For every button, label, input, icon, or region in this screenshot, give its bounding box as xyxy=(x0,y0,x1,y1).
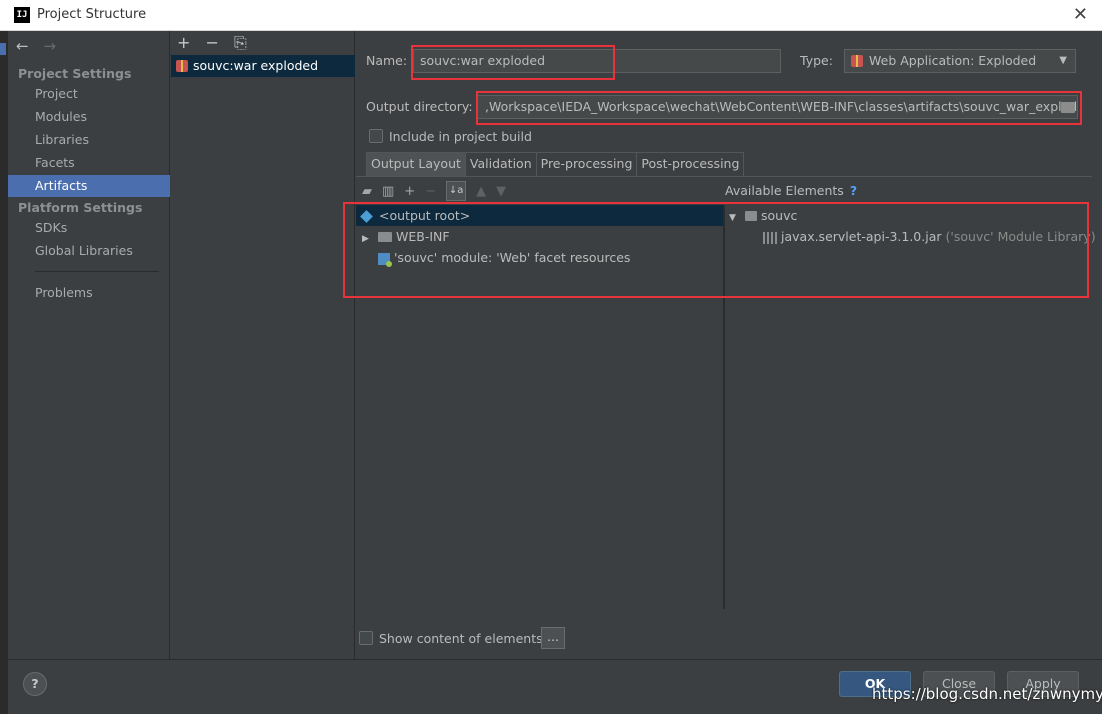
title-bar: IJ Project Structure ✕ xyxy=(0,0,1102,31)
output-directory-input[interactable]: ,Workspace\IEDA_Workspace\wechat\WebCont… xyxy=(476,95,1078,119)
sidebar-divider xyxy=(35,271,159,272)
project-settings-header: Project Settings xyxy=(18,66,132,81)
close-icon[interactable]: ✕ xyxy=(1073,4,1088,25)
tree-label: 'souvc' module: 'Web' facet resources xyxy=(394,250,631,265)
tree-row-web-inf[interactable]: ▶ WEB-INF xyxy=(356,226,450,247)
sidebar-item-facets[interactable]: Facets xyxy=(8,152,170,174)
module-icon xyxy=(378,252,392,267)
watermark: https://blog.csdn.net/znwnymys xyxy=(872,685,1102,703)
war-artifact-icon xyxy=(176,60,188,72)
sidebar-item-global-libraries[interactable]: Global Libraries xyxy=(8,240,170,262)
background-strip xyxy=(0,31,8,714)
output-directory-label: Output directory: xyxy=(366,99,473,114)
available-elements-label: Available Elements xyxy=(725,183,844,198)
move-up-icon[interactable]: ▲ xyxy=(476,184,486,199)
type-select[interactable]: Web Application: Exploded ▼ xyxy=(844,49,1076,73)
help-icon[interactable]: ? xyxy=(850,183,857,198)
browse-folder-icon[interactable] xyxy=(1061,102,1075,113)
copy-icon[interactable]: ⎘ xyxy=(234,33,247,52)
type-label: Type: xyxy=(800,53,833,68)
chevron-down-icon: ▼ xyxy=(1059,55,1067,66)
new-directory-icon[interactable]: ▰ xyxy=(362,184,372,199)
output-layout-panel: ▰ ▥ + − ↓a ▲ ▼ Available Elements? <outp… xyxy=(343,177,1096,659)
window-title: Project Structure xyxy=(37,7,147,22)
tab-pre-processing[interactable]: Pre-processing xyxy=(535,152,638,176)
tab-post-processing[interactable]: Post-processing xyxy=(636,152,745,176)
nav-arrows: ← → xyxy=(16,37,66,55)
show-content-checkbox[interactable] xyxy=(359,631,373,645)
more-button[interactable]: ... xyxy=(541,627,565,649)
library-icon xyxy=(763,231,777,244)
type-select-value: Web Application: Exploded xyxy=(869,53,1037,68)
add-icon[interactable]: + xyxy=(177,33,190,52)
platform-settings-header: Platform Settings xyxy=(18,200,143,215)
output-tree: <output root> ▶ WEB-INF 'souvc' module: … xyxy=(356,205,723,609)
include-in-build-checkbox[interactable] xyxy=(369,129,383,143)
sidebar-item-artifacts[interactable]: Artifacts xyxy=(8,175,170,197)
remove-icon[interactable]: − xyxy=(206,33,219,52)
tree-row-souvc[interactable]: ▼ souvc xyxy=(725,205,797,226)
module-folder-icon xyxy=(744,210,757,221)
forward-arrow-icon[interactable]: → xyxy=(43,37,56,55)
remove-element-icon[interactable]: − xyxy=(425,184,436,199)
artifact-item-label: souvc:war exploded xyxy=(193,58,319,73)
output-root-icon xyxy=(360,210,373,223)
artifact-editor: Name: souvc:war exploded Type: Web Appli… xyxy=(343,31,1102,659)
sidebar: ← → Project Settings Project Modules Lib… xyxy=(8,31,170,659)
tree-row-facet-resources[interactable]: 'souvc' module: 'Web' facet resources xyxy=(356,247,630,268)
tree-row-servlet-jar[interactable]: javax.servlet-api-3.1.0.jar ('souvc' Mod… xyxy=(725,226,1096,247)
tree-label: javax.servlet-api-3.1.0.jar xyxy=(781,229,942,244)
available-elements-tree: ▼ souvc javax.servlet-api-3.1.0.jar ('so… xyxy=(725,205,1096,609)
available-elements-header: Available Elements? xyxy=(725,183,857,198)
intellij-logo-icon: IJ xyxy=(14,7,30,23)
add-element-icon[interactable]: + xyxy=(404,184,415,199)
artifact-list-panel: + − ⎘ souvc:war exploded xyxy=(171,31,355,659)
background-accent xyxy=(0,43,6,55)
sort-alphabetically-icon[interactable]: ↓a xyxy=(446,181,467,201)
back-arrow-icon[interactable]: ← xyxy=(16,37,29,55)
help-button[interactable]: ? xyxy=(23,672,47,696)
war-artifact-icon xyxy=(851,55,863,67)
layout-toolbar: ▰ ▥ + − ↓a ▲ ▼ xyxy=(362,181,506,201)
tab-output-layout[interactable]: Output Layout xyxy=(366,152,466,176)
dialog-footer: ? OK Close Apply https://blog.csdn.net/z… xyxy=(8,659,1102,714)
create-archive-icon[interactable]: ▥ xyxy=(382,184,394,199)
sidebar-item-project[interactable]: Project xyxy=(8,83,170,105)
name-label: Name: xyxy=(366,53,408,68)
show-content-label: Show content of elements xyxy=(379,631,543,646)
tree-label-suffix: ('souvc' Module Library) xyxy=(945,229,1096,244)
tree-label: WEB-INF xyxy=(395,229,450,244)
tree-row-output-root[interactable]: <output root> xyxy=(356,205,723,226)
sidebar-item-problems[interactable]: Problems xyxy=(8,282,170,304)
move-down-icon[interactable]: ▼ xyxy=(496,184,506,199)
sidebar-item-modules[interactable]: Modules xyxy=(8,106,170,128)
tab-bar: Output Layout Validation Pre-processing … xyxy=(366,152,745,176)
sidebar-item-libraries[interactable]: Libraries xyxy=(8,129,170,151)
tab-validation[interactable]: Validation xyxy=(464,152,537,176)
name-input[interactable]: souvc:war exploded xyxy=(413,49,781,73)
tree-label: souvc xyxy=(760,208,798,223)
include-in-build-label: Include in project build xyxy=(389,129,532,144)
artifact-item[interactable]: souvc:war exploded xyxy=(171,55,355,77)
tree-label: <output root> xyxy=(379,208,471,223)
artifact-toolbar: + − ⎘ xyxy=(177,33,257,53)
output-directory-value: ,Workspace\IEDA_Workspace\wechat\WebCont… xyxy=(485,99,1078,114)
sidebar-item-sdks[interactable]: SDKs xyxy=(8,217,170,239)
folder-icon xyxy=(377,231,392,242)
